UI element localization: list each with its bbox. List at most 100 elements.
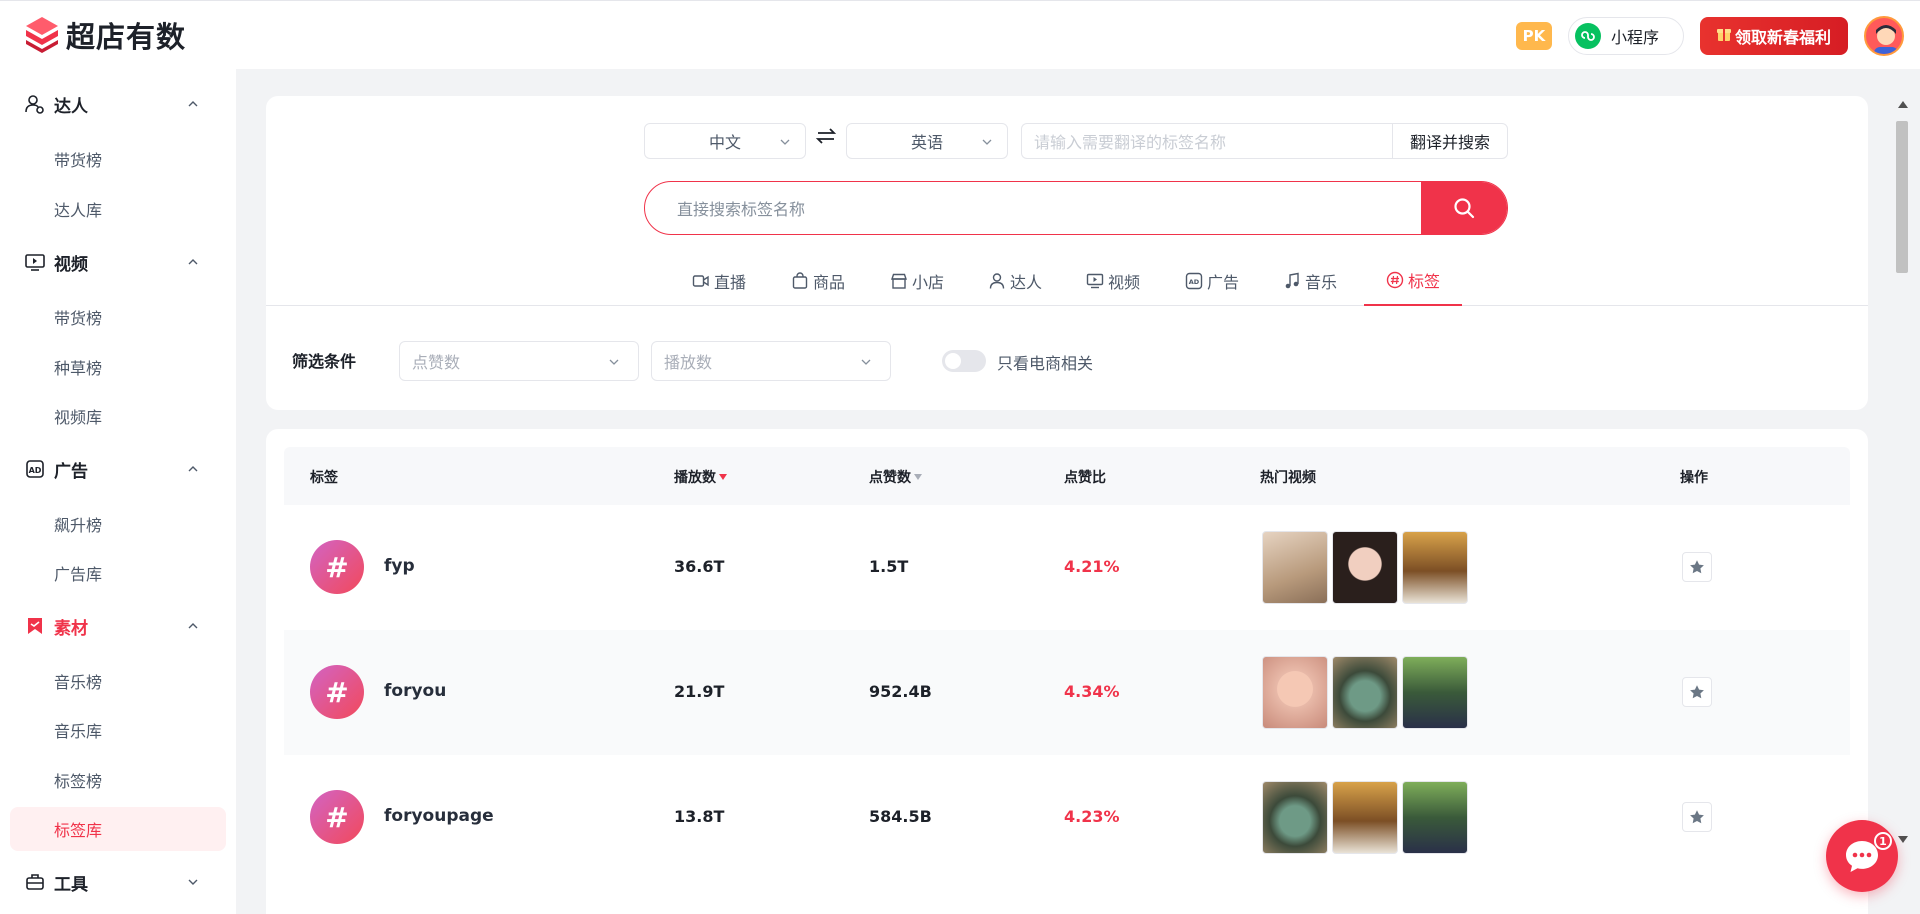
tab-shops[interactable]: 小店 — [868, 256, 966, 306]
ecommerce-only-toggle[interactable] — [942, 350, 986, 372]
sidebar-item-video-sales-rank[interactable]: 带货榜 — [10, 295, 226, 339]
video-thumbnail[interactable] — [1402, 531, 1468, 604]
tab-products[interactable]: 商品 — [769, 256, 867, 306]
video-thumbnail[interactable] — [1402, 656, 1468, 729]
hashtag-icon — [1386, 271, 1404, 289]
chevron-up-icon — [188, 259, 198, 265]
tag-search-input[interactable]: 直接搜索标签名称 — [645, 182, 1421, 234]
hashtag-avatar-icon: # — [310, 540, 364, 594]
favorite-button[interactable] — [1682, 552, 1712, 582]
tab-live[interactable]: 直播 — [670, 256, 768, 306]
search-card: 中文 英语 请输入需要翻译的标签名称 翻译并搜索 直接搜索标签名称 直播 商品 … — [266, 96, 1868, 410]
favorite-button[interactable] — [1682, 802, 1712, 832]
sidebar-item-talent-sales-rank[interactable]: 带货榜 — [10, 137, 226, 181]
tab-talent[interactable]: 达人 — [966, 256, 1064, 306]
pk-button[interactable]: PK — [1515, 22, 1552, 50]
tag-name[interactable]: fyp — [384, 556, 415, 576]
likes-filter-select[interactable]: 点赞数 — [399, 341, 639, 381]
user-avatar[interactable] — [1864, 16, 1904, 56]
table-row[interactable]: # foryou 21.9T 952.4B 4.34% — [284, 630, 1850, 755]
user-icon — [24, 93, 46, 115]
search-button[interactable] — [1421, 182, 1507, 234]
sidebar-group-material[interactable]: 素材 — [0, 606, 236, 646]
sort-desc-icon — [719, 474, 727, 480]
swap-languages-icon[interactable] — [814, 124, 838, 148]
likes-value: 952.4B — [869, 682, 932, 701]
new-year-promo-button[interactable]: 领取新春福利 — [1700, 17, 1848, 55]
sidebar-item-tag-rank[interactable]: 标签榜 — [10, 758, 226, 802]
live-icon — [692, 275, 709, 287]
chevron-down-icon — [188, 879, 198, 885]
hashtag-avatar-icon: # — [310, 665, 364, 719]
video-thumbnail[interactable] — [1332, 531, 1398, 604]
translate-input[interactable]: 请输入需要翻译的标签名称 — [1021, 123, 1392, 159]
sidebar-group-tools[interactable]: 工具 — [0, 862, 236, 902]
video-thumbnail[interactable] — [1332, 656, 1398, 729]
chevron-up-icon — [188, 466, 198, 472]
source-language-select[interactable]: 中文 — [644, 123, 806, 159]
column-header-plays[interactable]: 播放数 — [674, 467, 728, 487]
sidebar-group-label: 广告 — [54, 461, 88, 482]
like-ratio-value: 4.34% — [1064, 682, 1120, 701]
table-header: 标签 播放数 点赞数 点赞比 热门视频 操作 — [284, 447, 1850, 505]
sidebar-group-label: 素材 — [54, 618, 88, 639]
scroll-down-arrow-icon[interactable] — [1898, 836, 1908, 843]
column-header-tag: 标签 — [310, 470, 338, 486]
sidebar-group-video[interactable]: 视频 — [0, 242, 236, 282]
mini-program-button[interactable]: 小程序 — [1567, 17, 1684, 55]
customer-service-chat-button[interactable]: 1 — [1826, 820, 1898, 892]
sidebar-item-ads-rising-rank[interactable]: 飙升榜 — [10, 502, 226, 546]
sidebar-item-ads-library[interactable]: 广告库 — [10, 551, 226, 595]
sidebar-item-video-seeding-rank[interactable]: 种草榜 — [10, 345, 226, 389]
video-thumbnail[interactable] — [1332, 781, 1398, 854]
star-icon — [1690, 810, 1704, 824]
like-ratio-value: 4.23% — [1064, 807, 1120, 826]
toolbox-icon — [24, 871, 46, 893]
sidebar-group-label: 达人 — [54, 96, 88, 117]
sidebar-item-tag-library[interactable]: 标签库 — [10, 807, 226, 851]
plays-filter-select[interactable]: 播放数 — [651, 341, 891, 381]
translate-search-button[interactable]: 翻译并搜索 — [1392, 123, 1508, 159]
logo-icon — [24, 16, 60, 54]
video-thumbnail[interactable] — [1262, 531, 1328, 604]
sidebar-group-ads[interactable]: AD 广告 — [0, 449, 236, 489]
tab-music[interactable]: 音乐 — [1261, 256, 1359, 306]
source-language-value: 中文 — [708, 133, 741, 152]
plays-filter-placeholder: 播放数 — [664, 353, 713, 372]
target-language-select[interactable]: 英语 — [846, 123, 1008, 159]
filter-label: 筛选条件 — [292, 352, 357, 371]
video-thumbnail[interactable] — [1262, 781, 1328, 854]
scrollbar-thumb[interactable] — [1896, 121, 1908, 273]
page-scrollbar[interactable] — [1894, 101, 1911, 843]
video-thumbnail[interactable] — [1402, 781, 1468, 854]
chevron-down-icon — [780, 139, 790, 145]
table-row[interactable]: # foryoupage 13.8T 584.5B 4.23% — [284, 755, 1850, 880]
plays-value: 36.6T — [674, 557, 725, 576]
music-icon — [1285, 272, 1299, 289]
app-logo[interactable]: 超店有数 — [24, 15, 186, 55]
video-thumbnail[interactable] — [1262, 656, 1328, 729]
sidebar-item-music-rank[interactable]: 音乐榜 — [10, 659, 226, 703]
plays-value: 13.8T — [674, 807, 725, 826]
tab-label: 广告 — [1207, 273, 1240, 292]
column-header-likes[interactable]: 点赞数 — [869, 467, 923, 487]
tab-tags[interactable]: 标签 — [1364, 256, 1463, 306]
sidebar-item-music-library[interactable]: 音乐库 — [10, 708, 226, 752]
search-icon — [1454, 198, 1475, 219]
sidebar-group-talent[interactable]: 达人 — [0, 84, 236, 124]
video-icon — [1086, 273, 1104, 289]
tab-label: 视频 — [1108, 273, 1141, 292]
sidebar-item-video-library[interactable]: 视频库 — [10, 394, 226, 438]
svg-text:AD: AD — [1189, 278, 1200, 286]
tab-ads[interactable]: AD 广告 — [1163, 256, 1261, 306]
scroll-up-arrow-icon[interactable] — [1898, 101, 1908, 108]
tab-label: 音乐 — [1305, 273, 1338, 292]
favorite-button[interactable] — [1682, 677, 1712, 707]
bookmark-icon — [24, 615, 46, 637]
tab-videos[interactable]: 视频 — [1064, 256, 1162, 306]
tag-name[interactable]: foryoupage — [384, 806, 494, 826]
chat-unread-badge: 1 — [1874, 832, 1892, 850]
sidebar-item-talent-library[interactable]: 达人库 — [10, 187, 226, 231]
tag-name[interactable]: foryou — [384, 681, 446, 701]
table-row[interactable]: # fyp 36.6T 1.5T 4.21% — [284, 505, 1850, 630]
